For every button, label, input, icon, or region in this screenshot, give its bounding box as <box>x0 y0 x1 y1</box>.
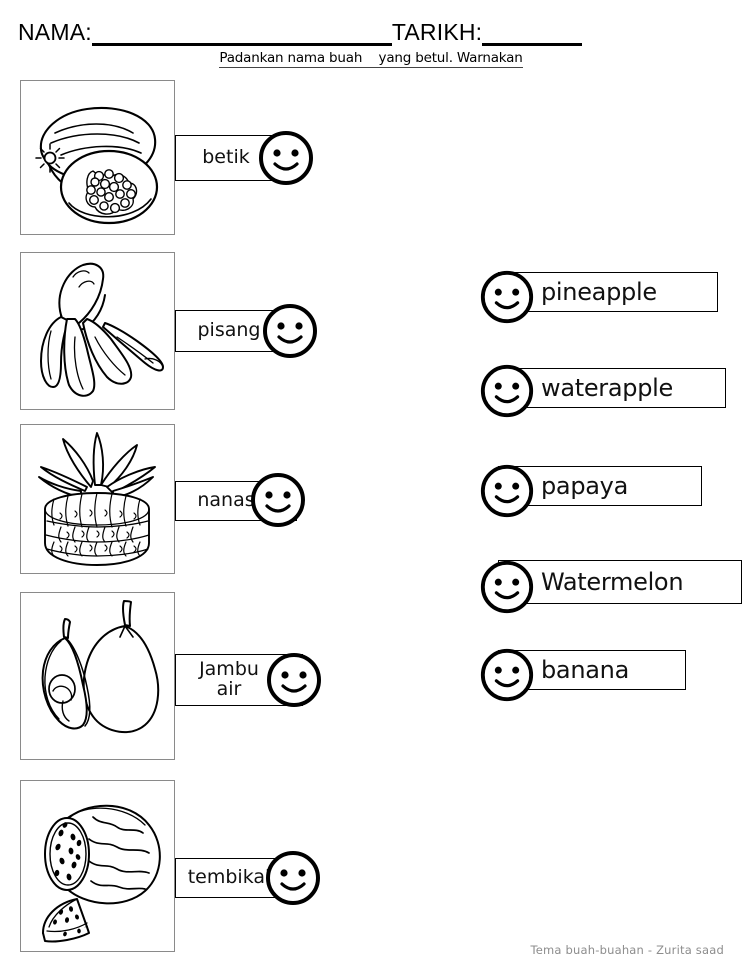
name-label: NAMA: <box>18 19 92 45</box>
match-row-banana: pisang <box>20 252 320 412</box>
smiley-icon-nanas[interactable] <box>248 470 308 530</box>
match-row-watermelon: tembikai <box>20 780 340 955</box>
smiley-icon-watermelon[interactable] <box>478 558 536 616</box>
smiley-icon-jambu-air[interactable] <box>264 650 324 710</box>
waterapple-drawing <box>41 600 160 734</box>
watermelon-drawing <box>42 804 161 943</box>
smiley-icon-tembikai[interactable] <box>263 848 323 908</box>
smiley-icon-pineapple[interactable] <box>478 268 536 326</box>
match-row-papaya: betik <box>20 80 320 240</box>
smiley-icon-betik[interactable] <box>256 128 316 188</box>
date-label: TARIKH: <box>391 19 483 45</box>
papaya-drawing <box>35 106 159 225</box>
banana-drawing <box>40 262 164 397</box>
date-write-line[interactable] <box>482 21 583 46</box>
picture-box-papaya <box>20 80 175 235</box>
worksheet-header: NAMA: TARIKH: <box>18 12 724 46</box>
name-write-line[interactable] <box>91 21 392 46</box>
picture-box-waterapple <box>20 592 175 760</box>
picture-box-watermelon <box>20 780 175 952</box>
picture-box-pineapple <box>20 424 175 574</box>
picture-box-banana <box>20 252 175 410</box>
match-row-waterapple: Jambu air <box>20 592 340 762</box>
instruction-line: Padankan nama buah yang betul. Warnakan <box>0 50 742 68</box>
pineapple-drawing <box>38 432 156 566</box>
smiley-icon-banana[interactable] <box>478 646 536 704</box>
instruction-text: Padankan nama buah yang betul. Warnakan <box>219 50 523 68</box>
smiley-icon-waterapple[interactable] <box>478 362 536 420</box>
smiley-icon-papaya[interactable] <box>478 462 536 520</box>
match-row-pineapple: nanas <box>20 424 320 574</box>
footer-credit: Tema buah-buahan - Zurita saad <box>530 943 724 957</box>
smiley-icon-pisang[interactable] <box>260 301 320 361</box>
